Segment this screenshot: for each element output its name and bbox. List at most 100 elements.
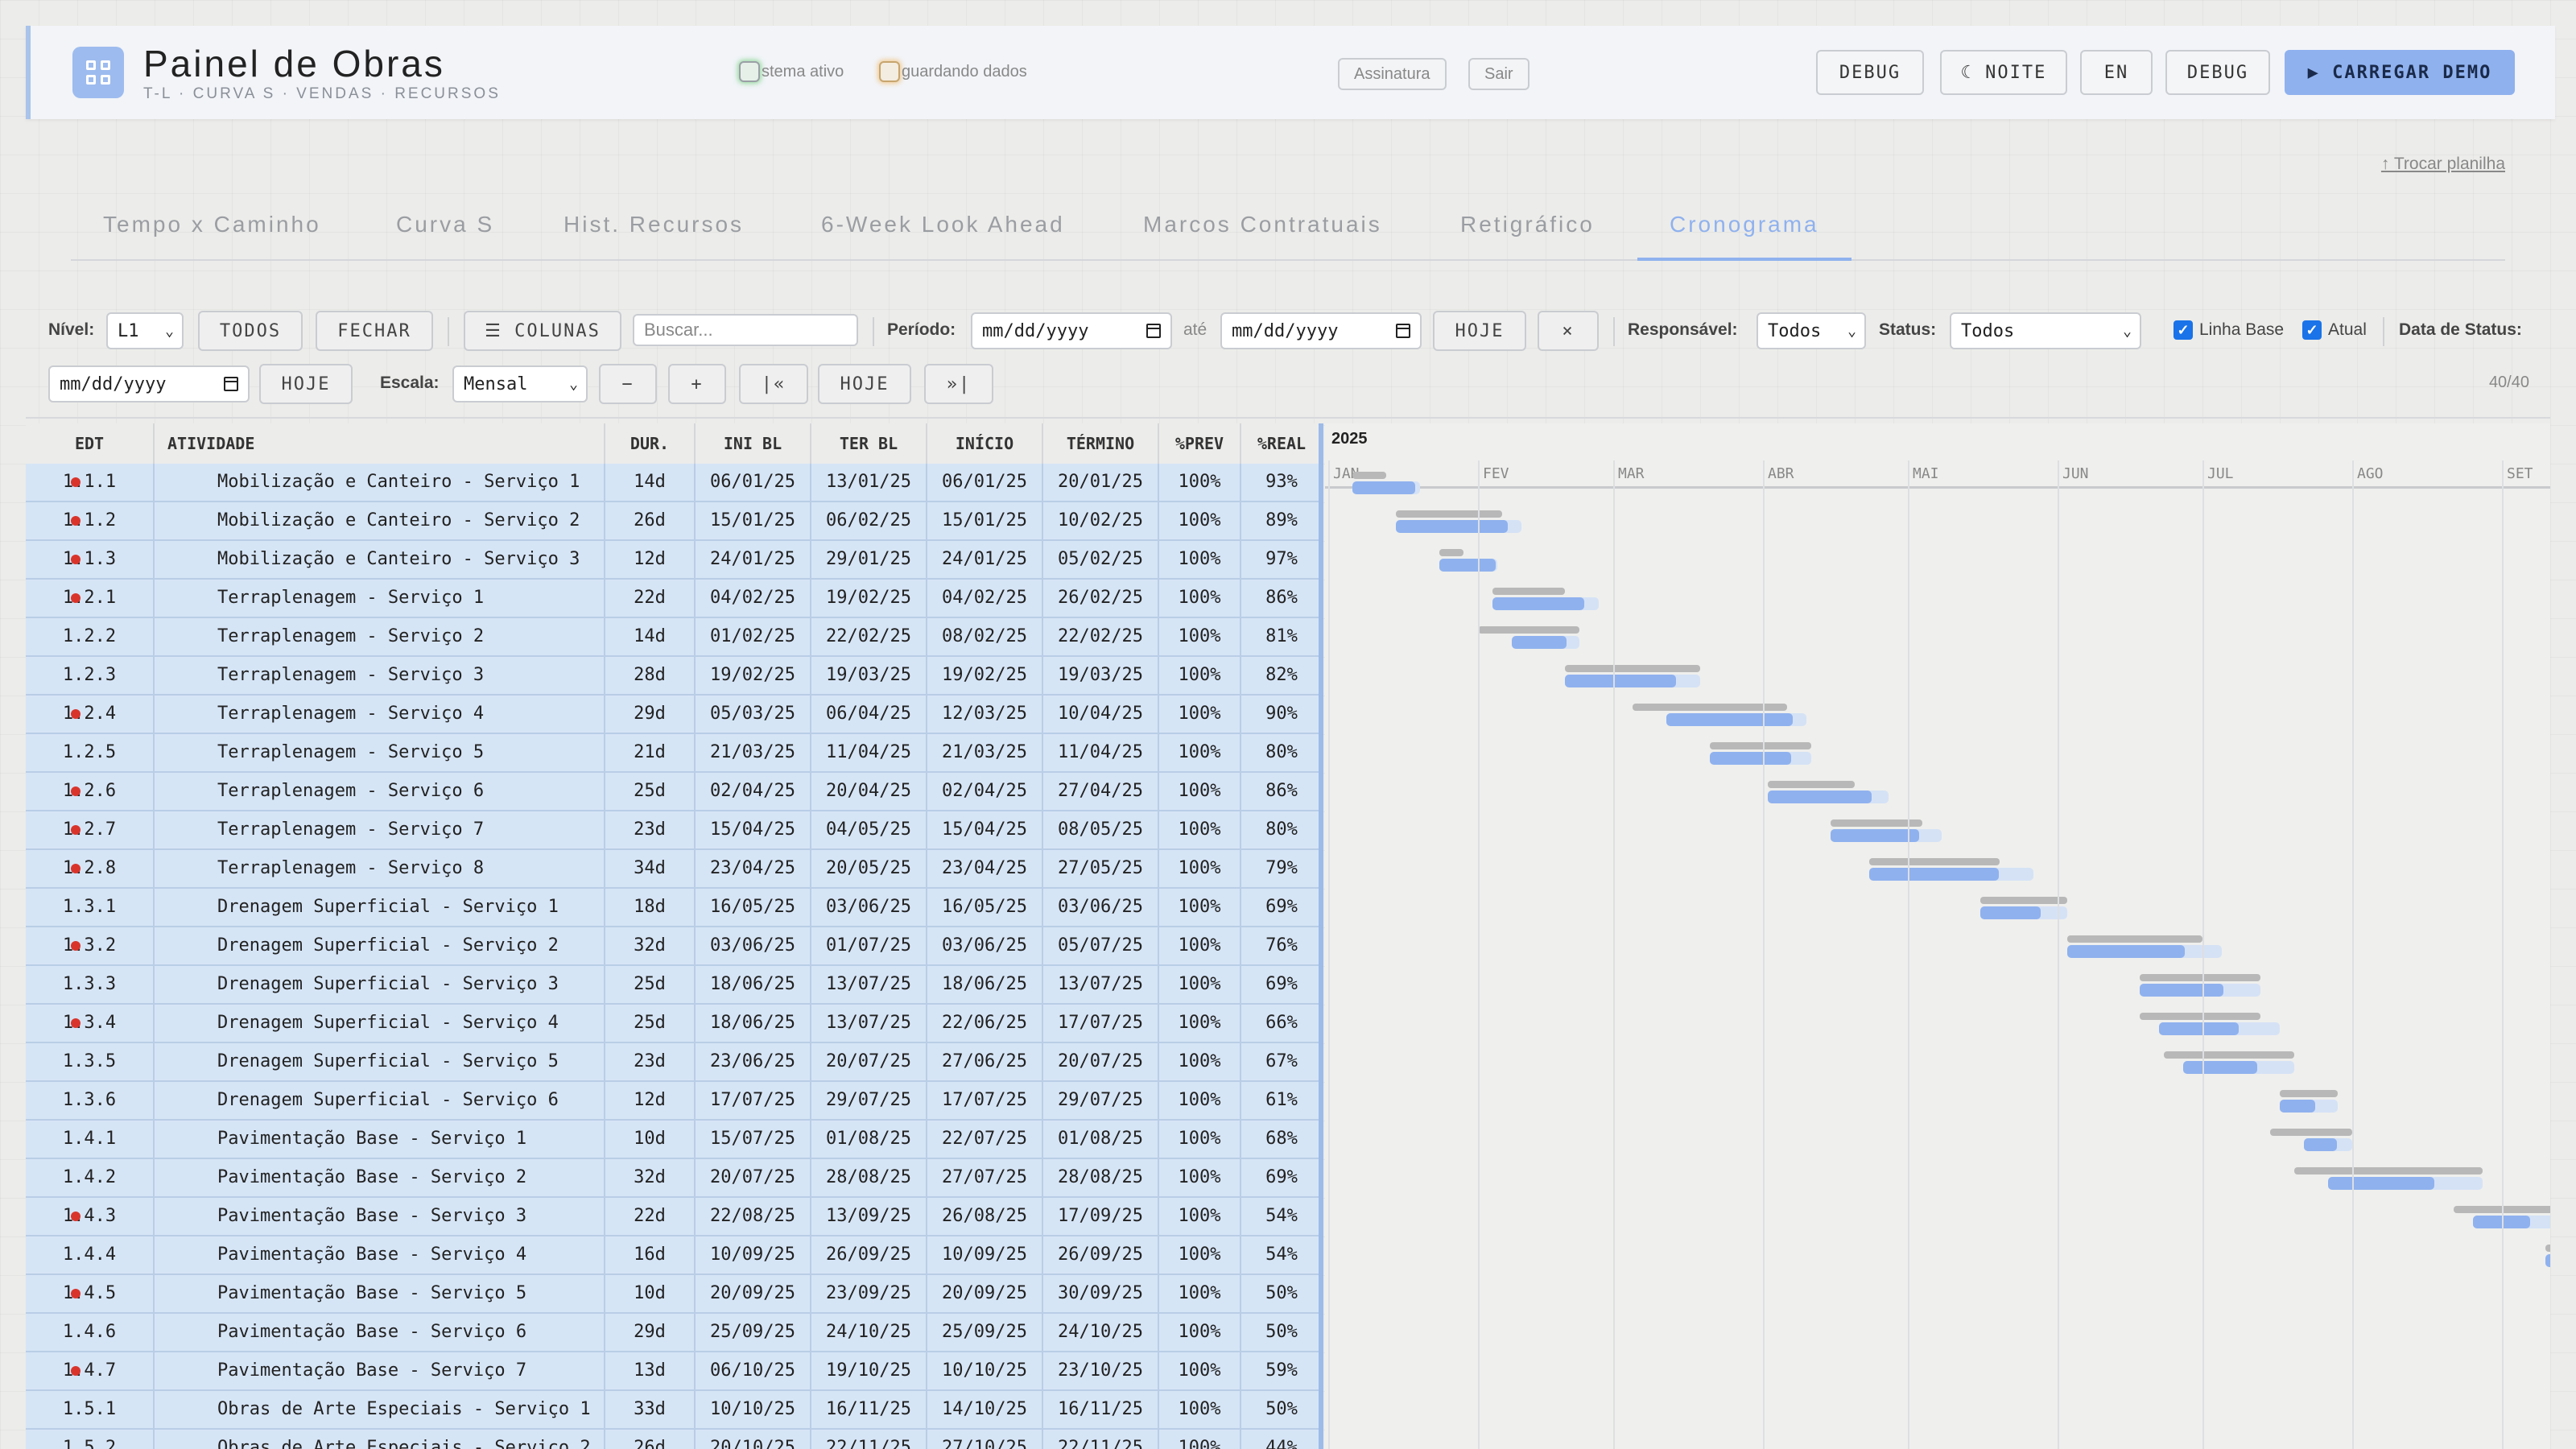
actual-bar[interactable] xyxy=(2473,1216,2550,1228)
col-ini-bl[interactable]: INI BL xyxy=(696,423,811,464)
actual-bar[interactable] xyxy=(1869,868,2033,881)
expand-all-button[interactable]: TODOS xyxy=(198,311,303,351)
col-termino[interactable]: TÉRMINO xyxy=(1043,423,1159,464)
col-real[interactable]: %REAL xyxy=(1241,423,1323,464)
baseline-bar[interactable] xyxy=(1478,626,1579,634)
table-row[interactable]: 1.4.5 Pavimentação Base - Serviço 5 10d 20/… xyxy=(26,1275,1323,1314)
go-first-button[interactable]: |« xyxy=(739,364,808,404)
tab-cronograma[interactable]: Cronograma xyxy=(1637,204,1852,261)
zoom-out-button[interactable]: − xyxy=(599,364,657,404)
table-row[interactable]: 1.2.1 Terraplenagem - Serviço 1 22d 04/02/2… xyxy=(26,580,1323,618)
logout-button[interactable]: Sair xyxy=(1468,58,1530,90)
go-last-button[interactable]: »| xyxy=(924,364,993,404)
actual-bar[interactable] xyxy=(2140,984,2260,997)
gantt-today-button[interactable]: HOJE xyxy=(818,364,911,404)
actual-bar[interactable] xyxy=(1710,752,1811,765)
baseline-bar[interactable] xyxy=(1565,665,1700,672)
table-row[interactable]: 1.4.6 Pavimentação Base - Serviço 6 29d 25/… xyxy=(26,1314,1323,1352)
actual-bar[interactable] xyxy=(1831,829,1942,842)
columns-button[interactable]: ☰ COLUNAS xyxy=(464,311,621,351)
table-row[interactable]: 1.3.3 Drenagem Superficial - Serviço 3 25d… xyxy=(26,966,1323,1005)
actual-bar[interactable] xyxy=(2280,1100,2338,1113)
swap-sheet-link[interactable]: ↑ Trocar planilha xyxy=(2381,155,2505,174)
col-prev[interactable]: %PREV xyxy=(1159,423,1241,464)
search-input[interactable]: Buscar... xyxy=(633,314,858,346)
actual-bar[interactable] xyxy=(1439,559,1497,572)
col-atividade[interactable]: ATIVIDADE xyxy=(155,423,605,464)
actual-bar[interactable] xyxy=(1396,520,1521,533)
split-handle[interactable] xyxy=(1319,423,1323,1449)
table-row[interactable]: 1.2.5 Terraplenagem - Serviço 5 21d 21/03/2… xyxy=(26,734,1323,773)
table-row[interactable]: 1.2.8 Terraplenagem - Serviço 8 34d 23/04/2… xyxy=(26,850,1323,889)
clear-period-button[interactable]: × xyxy=(1538,311,1599,351)
table-row[interactable]: 1.3.6 Drenagem Superficial - Serviço 6 12d… xyxy=(26,1082,1323,1121)
table-row[interactable]: 1.2.2 Terraplenagem - Serviço 2 14d 01/02/2… xyxy=(26,618,1323,657)
tab-hist-recursos[interactable]: Hist. Recursos xyxy=(564,204,744,258)
col-ter-bl[interactable]: TER BL xyxy=(811,423,927,464)
load-demo-button[interactable]: ▶ CARREGAR DEMO xyxy=(2285,50,2515,95)
baseline-bar[interactable] xyxy=(2067,935,2202,943)
table-row[interactable]: 1.4.3 Pavimentação Base - Serviço 3 22d 22/… xyxy=(26,1198,1323,1236)
tab-curva-s[interactable]: Curva S xyxy=(396,204,494,258)
table-row[interactable]: 1.1.1 Mobilização e Canteiro - Serviço 11… xyxy=(26,464,1323,502)
status-select[interactable]: Todos ⌄ xyxy=(1950,312,2141,349)
table-row[interactable]: 1.3.5 Drenagem Superficial - Serviço 5 23d… xyxy=(26,1043,1323,1082)
actual-bar[interactable] xyxy=(1492,597,1599,610)
baseline-bar[interactable] xyxy=(2545,1245,2550,1252)
responsible-select[interactable]: Todos ⌄ xyxy=(1757,312,1866,349)
table-row[interactable]: 1.2.6 Terraplenagem - Serviço 6 25d 02/04/2… xyxy=(26,773,1323,811)
actual-bar[interactable] xyxy=(2183,1061,2294,1074)
table-row[interactable]: 1.2.3 Terraplenagem - Serviço 3 28d 19/02/2… xyxy=(26,657,1323,696)
table-row[interactable]: 1.3.2 Drenagem Superficial - Serviço 2 32d… xyxy=(26,927,1323,966)
actual-bar[interactable] xyxy=(1768,791,1889,803)
baseline-bar[interactable] xyxy=(1492,588,1565,595)
baseline-bar[interactable] xyxy=(1980,897,2067,904)
actual-bar[interactable] xyxy=(2067,945,2222,958)
baseline-bar[interactable] xyxy=(1768,781,1855,788)
actual-bar[interactable] xyxy=(1352,481,1420,494)
level-select[interactable]: L1 ⌄ xyxy=(106,312,184,349)
baseline-bar[interactable] xyxy=(2294,1167,2483,1174)
table-row[interactable]: 1.2.7 Terraplenagem - Serviço 7 23d 15/04/2… xyxy=(26,811,1323,850)
tab-tempo-caminho[interactable]: Tempo x Caminho xyxy=(103,204,321,258)
period-end-date-input[interactable]: mm/dd/yyyy xyxy=(1220,312,1422,349)
collapse-all-button[interactable]: FECHAR xyxy=(316,311,433,351)
actual-bar[interactable] xyxy=(2159,1022,2280,1035)
table-row[interactable]: 1.1.3 Mobilização e Canteiro - Serviço 31… xyxy=(26,541,1323,580)
baseline-bar[interactable] xyxy=(2140,974,2260,981)
baseline-bar[interactable] xyxy=(1869,858,2000,865)
col-inicio[interactable]: INÍCIO xyxy=(927,423,1043,464)
baseline-bar[interactable] xyxy=(2280,1090,2338,1097)
table-row[interactable]: 1.5.1 Obras de Arte Especiais - Serviço 1… xyxy=(26,1391,1323,1430)
period-start-date-input[interactable]: mm/dd/yyyy xyxy=(971,312,1172,349)
subscription-button[interactable]: Assinatura xyxy=(1338,58,1447,90)
table-row[interactable]: 1.1.2 Mobilização e Canteiro - Serviço 22… xyxy=(26,502,1323,541)
actual-bar[interactable] xyxy=(1666,713,1806,726)
debug-button-2[interactable]: DEBUG xyxy=(2165,50,2270,95)
table-row[interactable]: 1.3.1 Drenagem Superficial - Serviço 1 18d… xyxy=(26,889,1323,927)
actual-bar[interactable] xyxy=(2328,1177,2483,1190)
baseline-checkbox[interactable]: ✓ xyxy=(2174,320,2193,340)
col-edt[interactable]: EDT xyxy=(26,423,155,464)
tab-marcos[interactable]: Marcos Contratuais xyxy=(1143,204,1382,258)
table-row[interactable]: 1.4.2 Pavimentação Base - Serviço 2 32d 20/… xyxy=(26,1159,1323,1198)
baseline-bar[interactable] xyxy=(1352,472,1386,479)
baseline-bar[interactable] xyxy=(1439,549,1463,556)
status-date-input[interactable]: mm/dd/yyyy xyxy=(48,365,250,402)
status-today-button[interactable]: HOJE xyxy=(259,364,353,404)
baseline-bar[interactable] xyxy=(2164,1051,2294,1059)
tab-six-week[interactable]: 6-Week Look Ahead xyxy=(821,204,1065,258)
table-row[interactable]: 1.5.2 Obras de Arte Especiais - Serviço 2… xyxy=(26,1430,1323,1449)
zoom-in-button[interactable]: + xyxy=(668,364,726,404)
table-row[interactable]: 1.4.1 Pavimentação Base - Serviço 1 10d 15/… xyxy=(26,1121,1323,1159)
baseline-bar[interactable] xyxy=(2140,1013,2260,1020)
night-mode-button[interactable]: ☾ NOITE xyxy=(1940,50,2067,95)
actual-bar[interactable] xyxy=(1512,636,1579,649)
table-row[interactable]: 1.4.7 Pavimentação Base - Serviço 7 13d 06/… xyxy=(26,1352,1323,1391)
baseline-bar[interactable] xyxy=(1396,510,1502,518)
actual-bar[interactable] xyxy=(2545,1254,2550,1267)
grid-icon[interactable] xyxy=(72,47,124,98)
period-today-button[interactable]: HOJE xyxy=(1433,311,1526,351)
baseline-bar[interactable] xyxy=(1710,742,1811,749)
table-row[interactable]: 1.4.4 Pavimentação Base - Serviço 4 16d 10/… xyxy=(26,1236,1323,1275)
